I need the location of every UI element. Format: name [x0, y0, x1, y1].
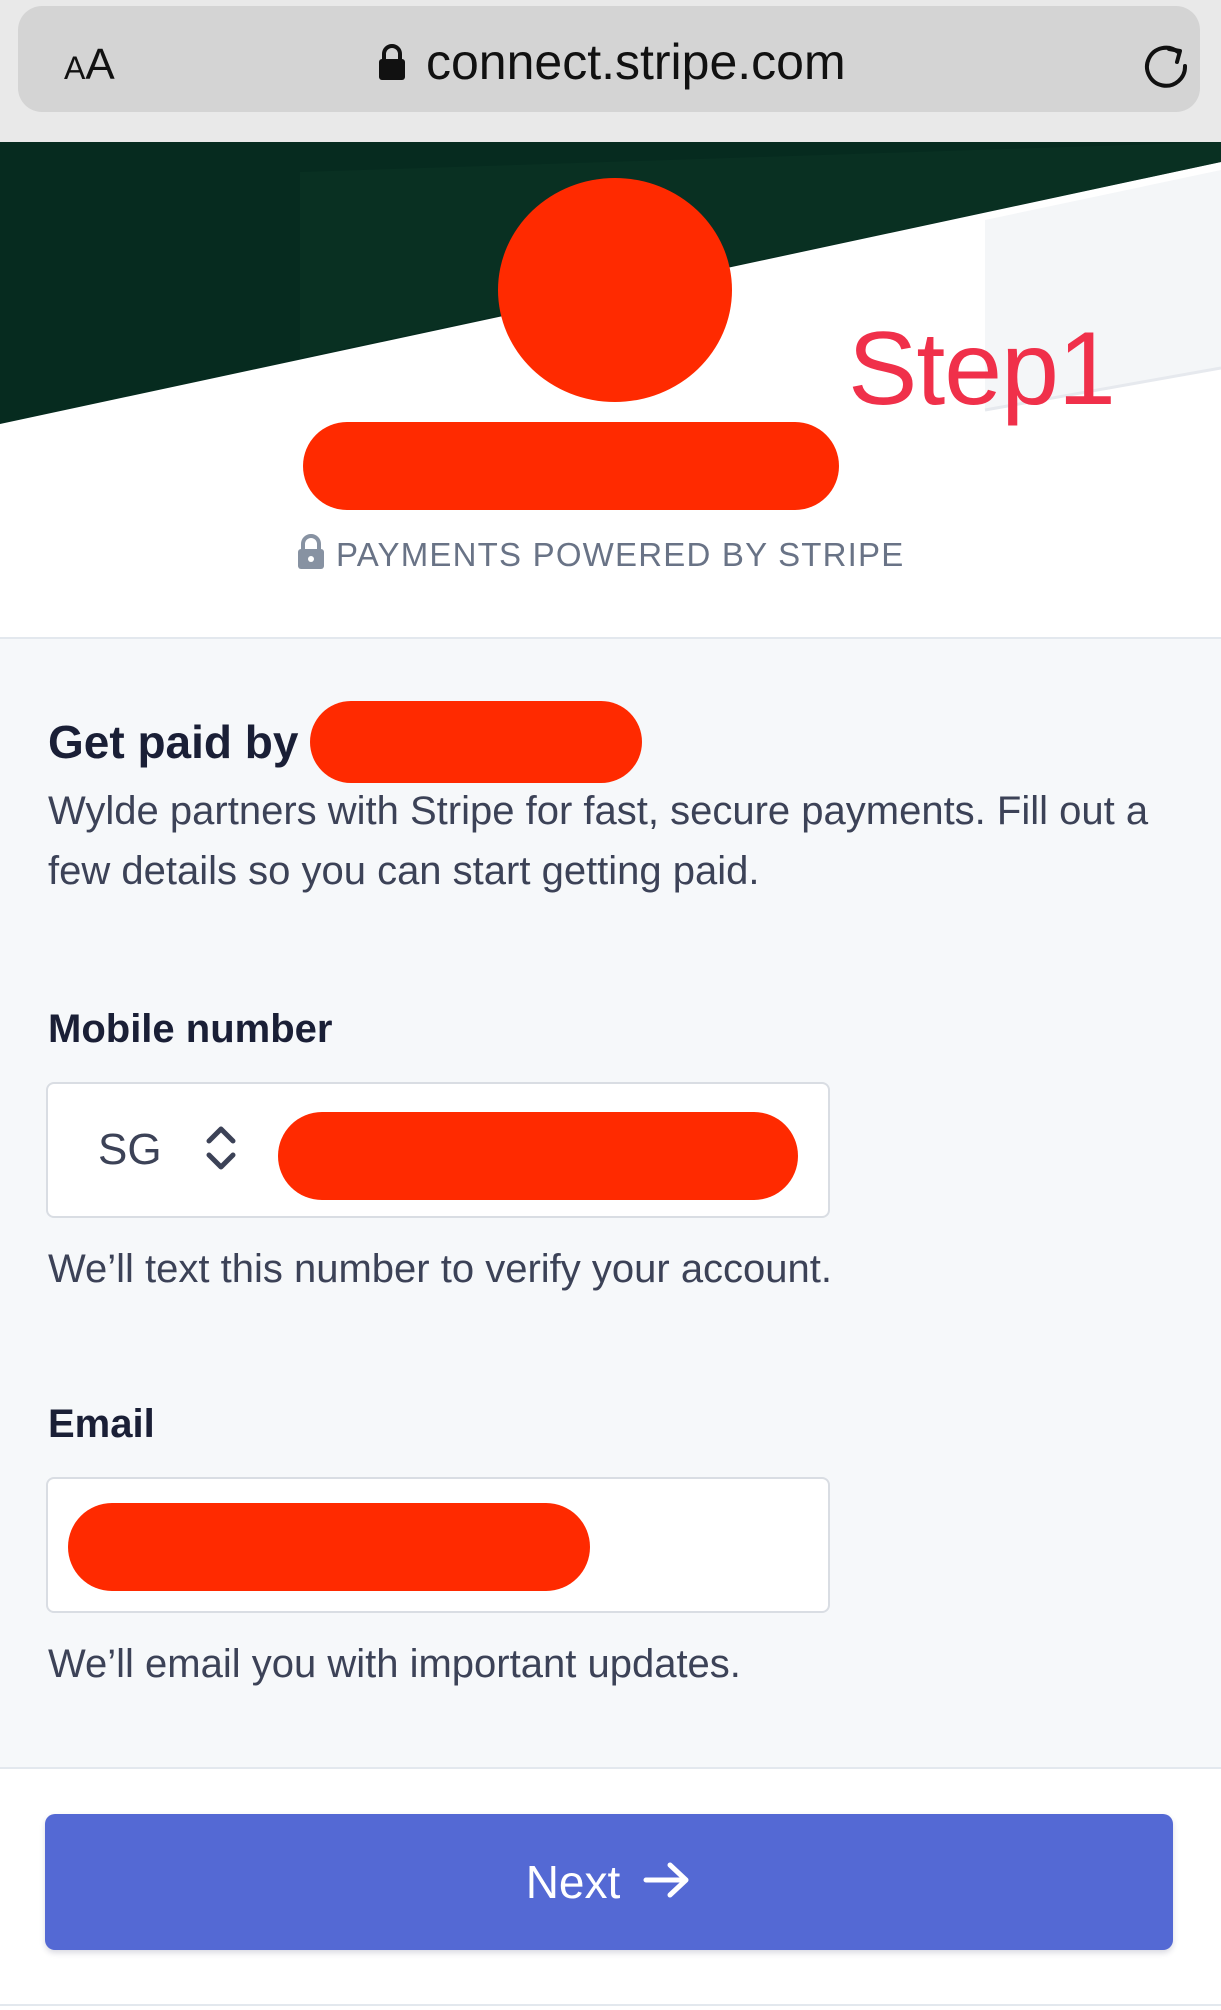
browser-toolbar: AA connect.stripe.com — [0, 0, 1221, 142]
phone-number-redacted[interactable] — [278, 1112, 798, 1200]
email-help-text: We’ll email you with important updates. — [48, 1642, 741, 1686]
mobile-number-field[interactable]: SG — [46, 1082, 830, 1218]
divider — [0, 2004, 1221, 2006]
country-code-value: SG — [98, 1125, 162, 1174]
email-value-redacted[interactable] — [68, 1503, 590, 1591]
url-text[interactable]: connect.stripe.com — [426, 33, 846, 91]
email-field[interactable] — [46, 1477, 830, 1613]
powered-by-stripe: PAYMENTS POWERED BY STRIPE — [296, 534, 904, 575]
mobile-number-label: Mobile number — [48, 1007, 333, 1051]
next-button[interactable]: Next — [45, 1814, 1173, 1950]
payer-name-redacted — [310, 701, 643, 783]
text-size-button[interactable]: AA — [64, 40, 115, 90]
step-annotation: Step1 — [848, 311, 1116, 427]
brand-name-redacted — [303, 422, 839, 510]
lock-icon — [296, 534, 326, 575]
onboarding-form: Get paid by Wylde partners with Stripe f… — [0, 639, 1221, 1767]
title-row: Get paid by — [48, 701, 643, 783]
intro-text: Wylde partners with Stripe for fast, sec… — [48, 789, 1149, 893]
arrow-right-icon — [642, 1860, 692, 1905]
mobile-help-text: We’ll text this number to verify your ac… — [48, 1247, 833, 1291]
form-footer: Next — [0, 1769, 1221, 2010]
page-title: Get paid by — [48, 716, 299, 768]
brand-logo-redacted — [498, 178, 732, 402]
lock-icon — [378, 43, 406, 81]
powered-by-text: PAYMENTS POWERED BY STRIPE — [336, 535, 905, 573]
email-label: Email — [48, 1402, 155, 1446]
address-bar[interactable]: AA connect.stripe.com — [18, 6, 1200, 112]
account-header: Step1 PAYMENTS POWERED BY STRIPE — [0, 142, 1221, 638]
chevron-up-down-icon — [202, 1122, 240, 1179]
reload-icon[interactable] — [1140, 40, 1192, 92]
next-button-label: Next — [525, 1856, 621, 1908]
country-code-select[interactable]: SG — [98, 1084, 240, 1216]
